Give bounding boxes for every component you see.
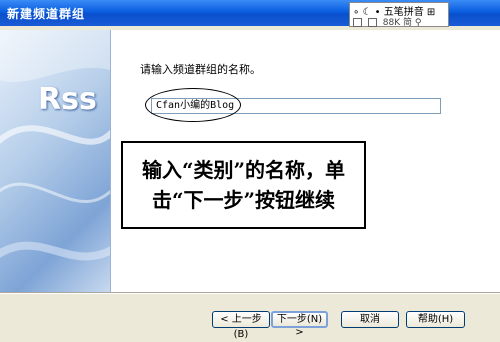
callout-line-2: 击“下一步”按钮继续 [151,188,335,212]
search-icon[interactable]: ⚲ [415,18,422,28]
window-title: 新建频道群组 [7,7,86,21]
instruction-callout: 输入“类别”的名称，单 击“下一步”按钮继续 [121,141,366,229]
help-button[interactable]: 帮助(H) [406,311,465,328]
banner-swirl-graphic [0,30,110,261]
name-prompt-label: 请输入频道群组的名称。 [140,63,261,76]
ime-row-2: 88K 简 ⚲ [353,15,447,28]
keyboard-icon[interactable] [367,18,377,27]
document-icon[interactable] [353,18,362,27]
back-button[interactable]: < 上一步(B) [212,311,270,340]
next-button[interactable]: 下一步(N) > [271,311,328,338]
highlight-ellipse [145,88,241,122]
ime-row-1: ∘ ☾ • 五笔拼音 ⊞ [353,3,447,18]
cancel-button[interactable]: 取消 [341,311,399,328]
ime-simplified-label[interactable]: 简 [403,18,412,28]
ime-charset-label[interactable]: 88K [383,18,400,28]
ime-toolbar[interactable]: ∘ ☾ • 五笔拼音 ⊞ 88K 简 ⚲ [349,2,449,28]
wizard-banner: Rss [0,30,111,292]
callout-line-1: 输入“类别”的名称，单 [141,158,345,182]
button-separator [0,292,500,294]
rss-logo: Rss [38,82,97,117]
